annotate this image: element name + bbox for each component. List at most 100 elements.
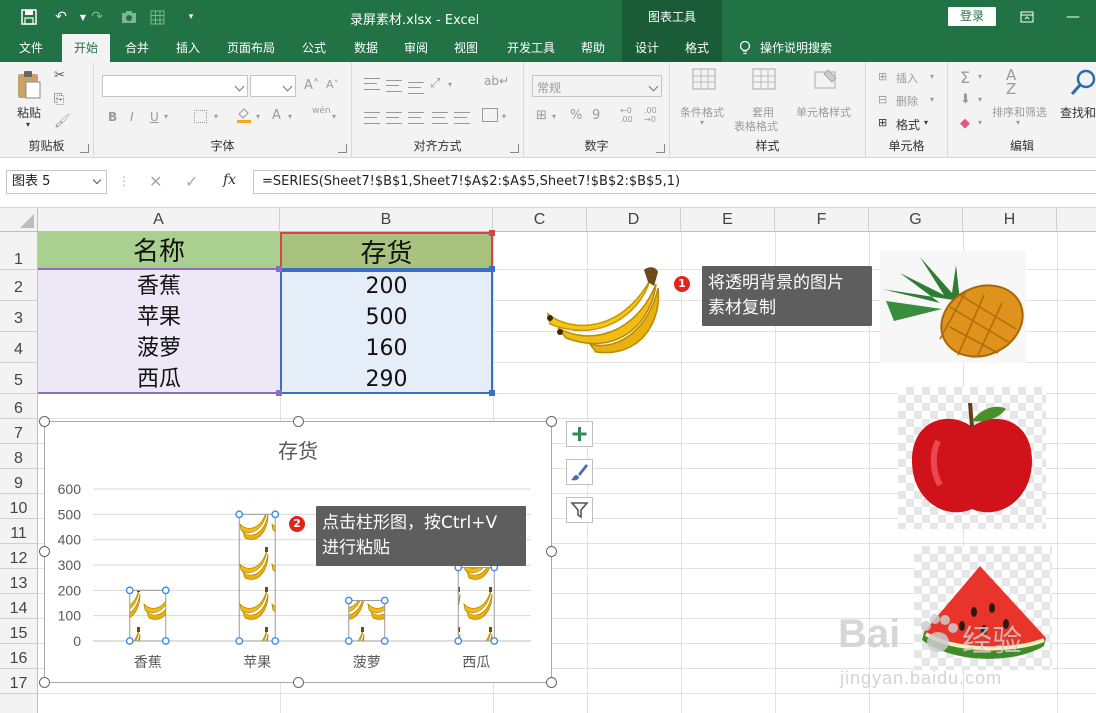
cell-b2[interactable]: 200	[280, 270, 493, 301]
font-launcher-icon[interactable]	[338, 144, 347, 153]
row-header-7[interactable]: 7	[0, 419, 38, 444]
bar-selection-handle[interactable]	[454, 637, 463, 645]
range-handle[interactable]	[489, 266, 495, 272]
tab-help[interactable]: 帮助	[572, 34, 614, 62]
tab-home[interactable]: 开始	[62, 34, 110, 64]
cut-icon[interactable]: ✂	[54, 68, 65, 83]
range-handle[interactable]	[489, 390, 495, 396]
find-select-button[interactable]: 查找和	[1060, 104, 1096, 121]
column-header-b[interactable]: B	[280, 208, 493, 232]
cell-a1-header[interactable]: 名称	[38, 232, 280, 270]
tab-merge[interactable]: 合并	[116, 34, 158, 62]
row-header-4[interactable]: 4	[0, 332, 38, 363]
row-header-9[interactable]: 9	[0, 469, 38, 494]
bar-selection-handle[interactable]	[235, 510, 244, 519]
resize-handle[interactable]	[546, 416, 557, 427]
banana-picture[interactable]	[540, 262, 666, 354]
chart-title[interactable]: 存货	[278, 439, 318, 463]
formula-input[interactable]: =SERIES(Sheet7!$B$1,Sheet7!$A$2:$A$5,She…	[253, 170, 1096, 194]
column-header-c[interactable]: C	[493, 208, 587, 232]
find-select-icon[interactable]	[1070, 68, 1096, 96]
paste-button[interactable]: 粘贴	[17, 104, 41, 121]
tab-formulas[interactable]: 公式	[292, 34, 336, 62]
row-header-14[interactable]: 14	[0, 594, 38, 619]
row-header-12[interactable]: 12	[0, 544, 38, 569]
format-cells-dropdown-icon[interactable]: ▾	[924, 118, 928, 127]
chart-bar-2[interactable]	[238, 513, 276, 642]
row-header-17[interactable]: 17	[0, 669, 38, 694]
bar-selection-handle[interactable]	[125, 586, 134, 595]
format-cells-icon[interactable]: ⊞	[878, 116, 887, 129]
clipboard-launcher-icon[interactable]	[80, 144, 89, 153]
tab-page-layout[interactable]: 页面布局	[218, 34, 284, 62]
range-handle[interactable]	[276, 266, 282, 272]
tab-view[interactable]: 视图	[446, 34, 486, 62]
cell-b1-header[interactable]: 存货	[280, 232, 493, 270]
row-header-11[interactable]: 11	[0, 519, 38, 544]
resize-handle[interactable]	[546, 677, 557, 688]
row-header-15[interactable]: 15	[0, 619, 38, 644]
bar-selection-handle[interactable]	[344, 596, 353, 605]
row-header-1[interactable]: 1	[0, 232, 38, 270]
tab-file[interactable]: 文件	[8, 34, 54, 62]
column-header-i[interactable]	[1057, 208, 1096, 232]
tab-developer[interactable]: 开发工具	[498, 34, 564, 62]
bar-selection-handle[interactable]	[271, 510, 280, 519]
font-name-select[interactable]	[102, 75, 248, 97]
bar-selection-handle[interactable]	[380, 596, 389, 605]
resize-handle[interactable]	[39, 546, 50, 557]
column-header-e[interactable]: E	[681, 208, 775, 232]
row-header-10[interactable]: 10	[0, 494, 38, 519]
format-cells-button[interactable]: 格式	[896, 116, 920, 133]
alignment-launcher-icon[interactable]	[510, 144, 519, 153]
tab-data[interactable]: 数据	[344, 34, 388, 62]
bar-selection-handle[interactable]	[125, 637, 134, 645]
chart-styles-button[interactable]	[566, 459, 593, 485]
font-size-select[interactable]	[250, 75, 296, 97]
chart-bar-1[interactable]	[129, 589, 167, 642]
bar-selection-handle[interactable]	[161, 586, 170, 595]
resize-handle[interactable]	[293, 677, 304, 688]
tab-design[interactable]: 设计	[626, 34, 668, 62]
column-header-h[interactable]: H	[963, 208, 1057, 232]
row-header-18[interactable]	[0, 694, 38, 713]
row-header-6[interactable]: 6	[0, 394, 38, 419]
column-header-f[interactable]: F	[775, 208, 869, 232]
bar-selection-handle[interactable]	[490, 637, 499, 645]
bar-selection-handle[interactable]	[271, 637, 280, 645]
bar-selection-handle[interactable]	[380, 637, 389, 645]
cell-b4[interactable]: 160	[280, 332, 493, 363]
row-header-2[interactable]: 2	[0, 270, 38, 301]
resize-handle[interactable]	[39, 416, 50, 427]
chart-bar-4[interactable]	[457, 567, 495, 642]
resize-handle[interactable]	[293, 416, 304, 427]
apple-picture[interactable]	[898, 387, 1046, 529]
column-header-d[interactable]: D	[587, 208, 681, 232]
bar-selection-handle[interactable]	[161, 637, 170, 645]
column-header-g[interactable]: G	[869, 208, 963, 232]
bar-selection-handle[interactable]	[344, 637, 353, 645]
row-header-16[interactable]: 16	[0, 644, 38, 669]
tab-review[interactable]: 审阅	[396, 34, 436, 62]
save-icon[interactable]	[16, 0, 42, 34]
format-painter-icon[interactable]: 🖌	[54, 114, 71, 129]
row-header-13[interactable]: 13	[0, 569, 38, 594]
range-handle[interactable]	[276, 390, 282, 396]
cell-a3[interactable]: 苹果	[38, 301, 280, 332]
copy-icon[interactable]: ⎘	[54, 92, 64, 107]
paste-icon[interactable]	[16, 70, 42, 100]
ribbon-display-icon[interactable]	[1012, 0, 1042, 34]
column-header-a[interactable]: A	[38, 208, 280, 232]
chart-filters-button[interactable]	[566, 497, 593, 523]
bar-selection-handle[interactable]	[235, 637, 244, 645]
paste-dropdown-icon[interactable]: ▾	[26, 120, 30, 129]
cell-b3[interactable]: 500	[280, 301, 493, 332]
chart-bar-3[interactable]	[348, 599, 386, 642]
resize-handle[interactable]	[39, 677, 50, 688]
minimize-icon[interactable]: —	[1058, 0, 1088, 34]
row-header-3[interactable]: 3	[0, 301, 38, 332]
cell-a2[interactable]: 香蕉	[38, 270, 280, 301]
cell-a5[interactable]: 西瓜	[38, 363, 280, 394]
row-header-8[interactable]: 8	[0, 444, 38, 469]
cell-b5[interactable]: 290	[280, 363, 493, 394]
